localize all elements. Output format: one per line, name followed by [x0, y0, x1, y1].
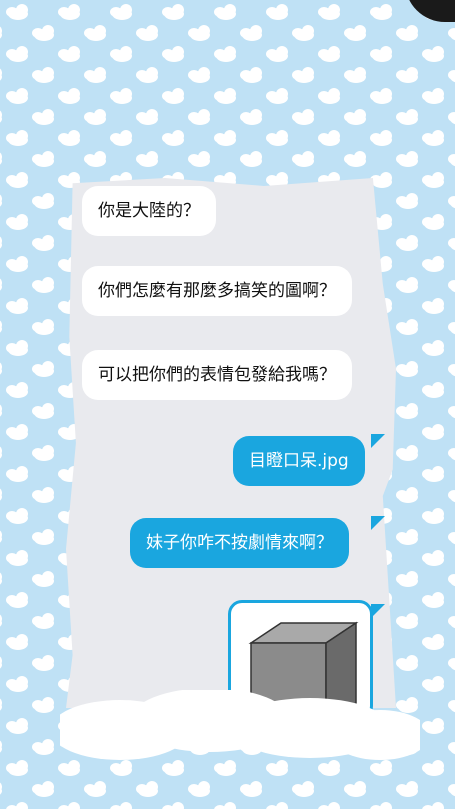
message-text: 你是大陸的？ — [98, 201, 200, 221]
message-text: 可以把你們的表情包發給我嗎？ — [98, 365, 336, 385]
bottom-cloud-icon — [60, 690, 420, 760]
message-received-2: 你們怎麼有那麼多搞笑的圖啊？ — [82, 266, 352, 316]
message-sent-2: 妹子你咋不按劇情來啊？ — [130, 518, 349, 568]
message-received-1: 你是大陸的？ — [82, 186, 216, 236]
message-received-3: 可以把你們的表情包發給我嗎？ — [82, 350, 352, 400]
message-text: 妹子你咋不按劇情來啊？ — [146, 533, 333, 553]
message-sent-1: 目瞪口呆.jpg — [233, 436, 365, 486]
message-text: 你們怎麼有那麼多搞笑的圖啊？ — [98, 281, 336, 301]
message-text: 目瞪口呆.jpg — [249, 451, 349, 471]
